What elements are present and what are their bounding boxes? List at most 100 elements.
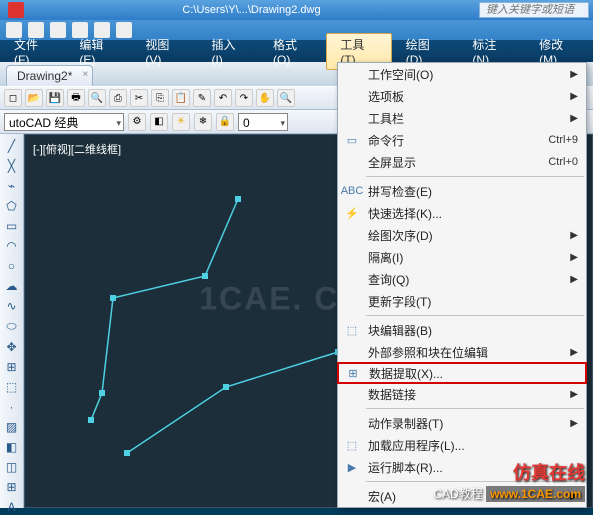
- menu-item-label: 拼写检查(E): [368, 183, 432, 200]
- submenu-arrow-icon: ▶: [570, 418, 578, 429]
- menu-item[interactable]: 更新字段(T): [338, 290, 586, 312]
- xline-icon[interactable]: ╳: [3, 158, 21, 174]
- sun-icon[interactable]: ☀: [172, 113, 190, 131]
- workspace-combo[interactable]: utoCAD 经典: [4, 113, 124, 131]
- gear-icon[interactable]: ⚙: [128, 113, 146, 131]
- menu-item-icon: [344, 66, 360, 82]
- menu-item[interactable]: 工具栏▶: [338, 107, 586, 129]
- menu-item-icon: [344, 110, 360, 126]
- vertex-grip[interactable]: [202, 273, 208, 279]
- menu-item[interactable]: 全屏显示Ctrl+0: [338, 151, 586, 173]
- vertex-grip[interactable]: [235, 196, 241, 202]
- menu-item-icon: [344, 154, 360, 170]
- freeze-icon[interactable]: ❄: [194, 113, 212, 131]
- menu-item[interactable]: ⚡快速选择(K)...: [338, 202, 586, 224]
- menu-item-label: 隔离(I): [368, 249, 403, 266]
- paste-icon[interactable]: 📋: [172, 89, 190, 107]
- redo-icon[interactable]: ↷: [235, 89, 253, 107]
- line-icon[interactable]: ╱: [3, 138, 21, 154]
- cut-icon[interactable]: ✂: [130, 89, 148, 107]
- menu-E[interactable]: 编辑(E): [65, 33, 131, 70]
- menu-item[interactable]: 动作录制器(T)▶: [338, 412, 586, 434]
- lock-icon[interactable]: 🔒: [216, 113, 234, 131]
- menu-item-icon: [344, 249, 360, 265]
- close-icon[interactable]: ×: [83, 69, 89, 80]
- menu-item-label: 查询(Q): [368, 271, 409, 288]
- menu-item-icon: ABC: [344, 183, 360, 199]
- vertex-grip[interactable]: [124, 450, 130, 456]
- menu-item-label: 数据链接: [368, 386, 416, 403]
- menu-item-label: 快速选择(K)...: [368, 205, 442, 222]
- layer-combo[interactable]: 0: [238, 113, 288, 131]
- search-input[interactable]: [479, 2, 589, 18]
- polygon-icon[interactable]: ⬠: [3, 198, 21, 214]
- menu-item[interactable]: ⬚块编辑器(B): [338, 319, 586, 341]
- vertex-grip[interactable]: [99, 390, 105, 396]
- menu-item[interactable]: ⬚加载应用程序(L)...: [338, 434, 586, 456]
- pan-icon[interactable]: ✋: [256, 89, 274, 107]
- menubar: 文件(F)编辑(E)视图(V)插入(I)格式(O)工具(T)绘图(D)标注(N)…: [0, 40, 593, 62]
- menu-O[interactable]: 格式(O): [259, 33, 326, 70]
- menu-V[interactable]: 视图(V): [131, 33, 197, 70]
- text-icon[interactable]: A: [3, 499, 21, 515]
- menu-item[interactable]: 绘图次序(D)▶: [338, 224, 586, 246]
- menu-item[interactable]: 工作空间(O)▶: [338, 63, 586, 85]
- vertex-grip[interactable]: [88, 417, 94, 423]
- match-icon[interactable]: ✎: [193, 89, 211, 107]
- save-icon[interactable]: 💾: [46, 89, 64, 107]
- hatch-icon[interactable]: ▨: [3, 419, 21, 435]
- menu-item-label: 全屏显示: [368, 154, 416, 171]
- polyline-icon[interactable]: ⌁: [3, 178, 21, 194]
- point-icon[interactable]: ·: [3, 399, 21, 415]
- plot-icon[interactable]: 🖶: [67, 89, 85, 107]
- menu-item-label: 绘图次序(D): [368, 227, 433, 244]
- preview-icon[interactable]: 🔍: [88, 89, 106, 107]
- menu-item-icon: ⬚: [344, 437, 360, 453]
- tab-label: Drawing2*: [17, 69, 72, 83]
- publish-icon[interactable]: ⎙: [109, 89, 127, 107]
- app-icon: [8, 2, 24, 18]
- revcloud-icon[interactable]: ☁: [3, 278, 21, 294]
- separator: [366, 176, 584, 177]
- menu-item[interactable]: 选项板▶: [338, 85, 586, 107]
- gradient-icon[interactable]: ◧: [3, 439, 21, 455]
- move-icon[interactable]: ✥: [3, 339, 21, 355]
- menu-item[interactable]: 外部参照和块在位编辑▶: [338, 341, 586, 363]
- menu-F[interactable]: 文件(F): [0, 33, 65, 70]
- menu-item[interactable]: ABC 拼写检查(E): [338, 180, 586, 202]
- new-icon[interactable]: ◻: [4, 89, 22, 107]
- draw-toolbar: ╱ ╳ ⌁ ⬠ ▭ ◠ ○ ☁ ∿ ⬭ ✥ ⊞ ⬚ · ▨ ◧ ◫ ⊞ A: [0, 134, 24, 508]
- spline-icon[interactable]: ∿: [3, 298, 21, 314]
- block-icon[interactable]: ⬚: [3, 379, 21, 395]
- menu-item-icon: [344, 386, 360, 402]
- vertex-grip[interactable]: [223, 384, 229, 390]
- menu-item[interactable]: ⊞数据提取(X)...: [337, 362, 587, 384]
- rectangle-icon[interactable]: ▭: [3, 218, 21, 234]
- arc-icon[interactable]: ◠: [3, 238, 21, 254]
- menu-item[interactable]: ▭命令行Ctrl+9: [338, 129, 586, 151]
- menu-item[interactable]: 查询(Q) ▶: [338, 268, 586, 290]
- copy-icon[interactable]: ⎘: [151, 89, 169, 107]
- ellipse-icon[interactable]: ⬭: [3, 318, 21, 335]
- menu-item-icon: [344, 415, 360, 431]
- table-icon[interactable]: ⊞: [3, 479, 21, 495]
- undo-icon[interactable]: ↶: [214, 89, 232, 107]
- circle-icon[interactable]: ○: [3, 258, 21, 274]
- vertex-grip[interactable]: [110, 295, 116, 301]
- menu-item[interactable]: 数据链接▶: [338, 383, 586, 405]
- region-icon[interactable]: ◫: [3, 459, 21, 475]
- layer-icon[interactable]: ◧: [150, 113, 168, 131]
- menu-item-label: 更新字段(T): [368, 293, 431, 310]
- menu-item-label: 命令行: [368, 132, 404, 149]
- tools-menu-dropdown: 工作空间(O)▶选项板▶工具栏▶▭命令行Ctrl+9全屏显示Ctrl+0ABC拼…: [337, 62, 587, 508]
- menu-item-icon: [344, 488, 360, 504]
- zoom-icon[interactable]: 🔍: [277, 89, 295, 107]
- tab-drawing2[interactable]: Drawing2* ×: [6, 65, 93, 86]
- ad-sub: CAD教程: [433, 487, 482, 501]
- menu-item-icon: ▭: [344, 132, 360, 148]
- insert-icon[interactable]: ⊞: [3, 359, 21, 375]
- menu-item[interactable]: 隔离(I)▶: [338, 246, 586, 268]
- menu-I[interactable]: 插入(I): [197, 33, 259, 70]
- open-icon[interactable]: 📂: [25, 89, 43, 107]
- submenu-arrow-icon: ▶: [570, 274, 578, 285]
